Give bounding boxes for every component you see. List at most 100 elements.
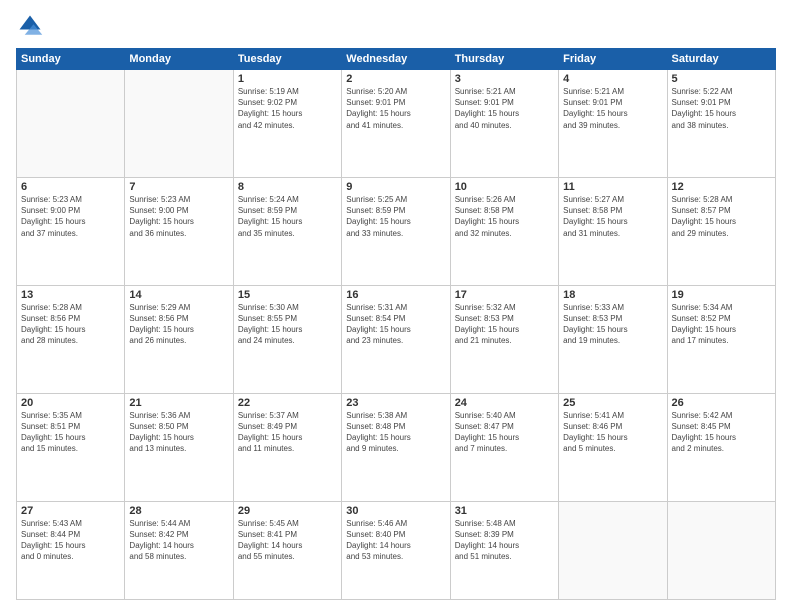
calendar-cell: 4Sunrise: 5:21 AM Sunset: 9:01 PM Daylig… — [559, 70, 667, 178]
day-number: 5 — [672, 73, 771, 85]
calendar-cell: 9Sunrise: 5:25 AM Sunset: 8:59 PM Daylig… — [342, 177, 450, 285]
day-info: Sunrise: 5:45 AM Sunset: 8:41 PM Dayligh… — [238, 518, 337, 563]
day-number: 29 — [238, 505, 337, 517]
day-number: 10 — [455, 181, 554, 193]
day-number: 23 — [346, 397, 445, 409]
day-info: Sunrise: 5:32 AM Sunset: 8:53 PM Dayligh… — [455, 302, 554, 347]
day-number: 28 — [129, 505, 228, 517]
day-info: Sunrise: 5:31 AM Sunset: 8:54 PM Dayligh… — [346, 302, 445, 347]
day-info: Sunrise: 5:48 AM Sunset: 8:39 PM Dayligh… — [455, 518, 554, 563]
day-info: Sunrise: 5:19 AM Sunset: 9:02 PM Dayligh… — [238, 86, 337, 131]
day-number: 27 — [21, 505, 120, 517]
day-number: 15 — [238, 289, 337, 301]
calendar-cell: 25Sunrise: 5:41 AM Sunset: 8:46 PM Dayli… — [559, 393, 667, 501]
day-info: Sunrise: 5:24 AM Sunset: 8:59 PM Dayligh… — [238, 194, 337, 239]
weekday-header-thursday: Thursday — [450, 49, 558, 70]
day-number: 21 — [129, 397, 228, 409]
day-info: Sunrise: 5:21 AM Sunset: 9:01 PM Dayligh… — [563, 86, 662, 131]
calendar-cell — [125, 70, 233, 178]
day-info: Sunrise: 5:44 AM Sunset: 8:42 PM Dayligh… — [129, 518, 228, 563]
day-info: Sunrise: 5:37 AM Sunset: 8:49 PM Dayligh… — [238, 410, 337, 455]
day-number: 24 — [455, 397, 554, 409]
day-info: Sunrise: 5:28 AM Sunset: 8:57 PM Dayligh… — [672, 194, 771, 239]
calendar-cell: 12Sunrise: 5:28 AM Sunset: 8:57 PM Dayli… — [667, 177, 775, 285]
header — [16, 12, 776, 40]
calendar-cell: 19Sunrise: 5:34 AM Sunset: 8:52 PM Dayli… — [667, 285, 775, 393]
calendar-cell: 23Sunrise: 5:38 AM Sunset: 8:48 PM Dayli… — [342, 393, 450, 501]
day-info: Sunrise: 5:20 AM Sunset: 9:01 PM Dayligh… — [346, 86, 445, 131]
calendar-cell: 11Sunrise: 5:27 AM Sunset: 8:58 PM Dayli… — [559, 177, 667, 285]
calendar-cell: 26Sunrise: 5:42 AM Sunset: 8:45 PM Dayli… — [667, 393, 775, 501]
day-number: 22 — [238, 397, 337, 409]
calendar-week-row: 1Sunrise: 5:19 AM Sunset: 9:02 PM Daylig… — [17, 70, 776, 178]
day-number: 9 — [346, 181, 445, 193]
day-number: 30 — [346, 505, 445, 517]
calendar-table: SundayMondayTuesdayWednesdayThursdayFrid… — [16, 48, 776, 600]
day-number: 19 — [672, 289, 771, 301]
day-info: Sunrise: 5:23 AM Sunset: 9:00 PM Dayligh… — [21, 194, 120, 239]
day-info: Sunrise: 5:22 AM Sunset: 9:01 PM Dayligh… — [672, 86, 771, 131]
calendar-cell: 16Sunrise: 5:31 AM Sunset: 8:54 PM Dayli… — [342, 285, 450, 393]
calendar-week-row: 6Sunrise: 5:23 AM Sunset: 9:00 PM Daylig… — [17, 177, 776, 285]
calendar-cell: 27Sunrise: 5:43 AM Sunset: 8:44 PM Dayli… — [17, 501, 125, 599]
calendar-week-row: 20Sunrise: 5:35 AM Sunset: 8:51 PM Dayli… — [17, 393, 776, 501]
calendar-cell: 21Sunrise: 5:36 AM Sunset: 8:50 PM Dayli… — [125, 393, 233, 501]
calendar-cell: 24Sunrise: 5:40 AM Sunset: 8:47 PM Dayli… — [450, 393, 558, 501]
calendar-week-row: 27Sunrise: 5:43 AM Sunset: 8:44 PM Dayli… — [17, 501, 776, 599]
logo — [16, 12, 46, 40]
calendar-cell: 2Sunrise: 5:20 AM Sunset: 9:01 PM Daylig… — [342, 70, 450, 178]
calendar-cell: 13Sunrise: 5:28 AM Sunset: 8:56 PM Dayli… — [17, 285, 125, 393]
calendar-cell — [559, 501, 667, 599]
day-number: 8 — [238, 181, 337, 193]
calendar-cell — [17, 70, 125, 178]
weekday-header-friday: Friday — [559, 49, 667, 70]
day-number: 26 — [672, 397, 771, 409]
page: SundayMondayTuesdayWednesdayThursdayFrid… — [0, 0, 792, 612]
weekday-header-wednesday: Wednesday — [342, 49, 450, 70]
day-info: Sunrise: 5:34 AM Sunset: 8:52 PM Dayligh… — [672, 302, 771, 347]
day-info: Sunrise: 5:25 AM Sunset: 8:59 PM Dayligh… — [346, 194, 445, 239]
day-info: Sunrise: 5:27 AM Sunset: 8:58 PM Dayligh… — [563, 194, 662, 239]
calendar-cell: 14Sunrise: 5:29 AM Sunset: 8:56 PM Dayli… — [125, 285, 233, 393]
day-number: 18 — [563, 289, 662, 301]
day-number: 25 — [563, 397, 662, 409]
day-info: Sunrise: 5:41 AM Sunset: 8:46 PM Dayligh… — [563, 410, 662, 455]
weekday-header-tuesday: Tuesday — [233, 49, 341, 70]
day-number: 17 — [455, 289, 554, 301]
calendar-cell: 15Sunrise: 5:30 AM Sunset: 8:55 PM Dayli… — [233, 285, 341, 393]
day-number: 14 — [129, 289, 228, 301]
day-info: Sunrise: 5:23 AM Sunset: 9:00 PM Dayligh… — [129, 194, 228, 239]
day-info: Sunrise: 5:43 AM Sunset: 8:44 PM Dayligh… — [21, 518, 120, 563]
day-number: 7 — [129, 181, 228, 193]
weekday-header-monday: Monday — [125, 49, 233, 70]
day-info: Sunrise: 5:28 AM Sunset: 8:56 PM Dayligh… — [21, 302, 120, 347]
calendar-cell: 17Sunrise: 5:32 AM Sunset: 8:53 PM Dayli… — [450, 285, 558, 393]
day-number: 20 — [21, 397, 120, 409]
day-info: Sunrise: 5:33 AM Sunset: 8:53 PM Dayligh… — [563, 302, 662, 347]
calendar-cell: 5Sunrise: 5:22 AM Sunset: 9:01 PM Daylig… — [667, 70, 775, 178]
weekday-header-sunday: Sunday — [17, 49, 125, 70]
calendar-cell: 28Sunrise: 5:44 AM Sunset: 8:42 PM Dayli… — [125, 501, 233, 599]
day-info: Sunrise: 5:30 AM Sunset: 8:55 PM Dayligh… — [238, 302, 337, 347]
calendar-cell: 1Sunrise: 5:19 AM Sunset: 9:02 PM Daylig… — [233, 70, 341, 178]
calendar-cell: 8Sunrise: 5:24 AM Sunset: 8:59 PM Daylig… — [233, 177, 341, 285]
day-info: Sunrise: 5:42 AM Sunset: 8:45 PM Dayligh… — [672, 410, 771, 455]
calendar-week-row: 13Sunrise: 5:28 AM Sunset: 8:56 PM Dayli… — [17, 285, 776, 393]
day-number: 2 — [346, 73, 445, 85]
calendar-cell: 18Sunrise: 5:33 AM Sunset: 8:53 PM Dayli… — [559, 285, 667, 393]
day-number: 1 — [238, 73, 337, 85]
day-number: 6 — [21, 181, 120, 193]
day-number: 12 — [672, 181, 771, 193]
day-number: 4 — [563, 73, 662, 85]
day-info: Sunrise: 5:29 AM Sunset: 8:56 PM Dayligh… — [129, 302, 228, 347]
calendar-cell: 22Sunrise: 5:37 AM Sunset: 8:49 PM Dayli… — [233, 393, 341, 501]
day-info: Sunrise: 5:26 AM Sunset: 8:58 PM Dayligh… — [455, 194, 554, 239]
weekday-header-saturday: Saturday — [667, 49, 775, 70]
day-info: Sunrise: 5:40 AM Sunset: 8:47 PM Dayligh… — [455, 410, 554, 455]
day-number: 3 — [455, 73, 554, 85]
calendar-cell: 31Sunrise: 5:48 AM Sunset: 8:39 PM Dayli… — [450, 501, 558, 599]
calendar-cell: 20Sunrise: 5:35 AM Sunset: 8:51 PM Dayli… — [17, 393, 125, 501]
day-info: Sunrise: 5:38 AM Sunset: 8:48 PM Dayligh… — [346, 410, 445, 455]
day-number: 31 — [455, 505, 554, 517]
day-info: Sunrise: 5:46 AM Sunset: 8:40 PM Dayligh… — [346, 518, 445, 563]
